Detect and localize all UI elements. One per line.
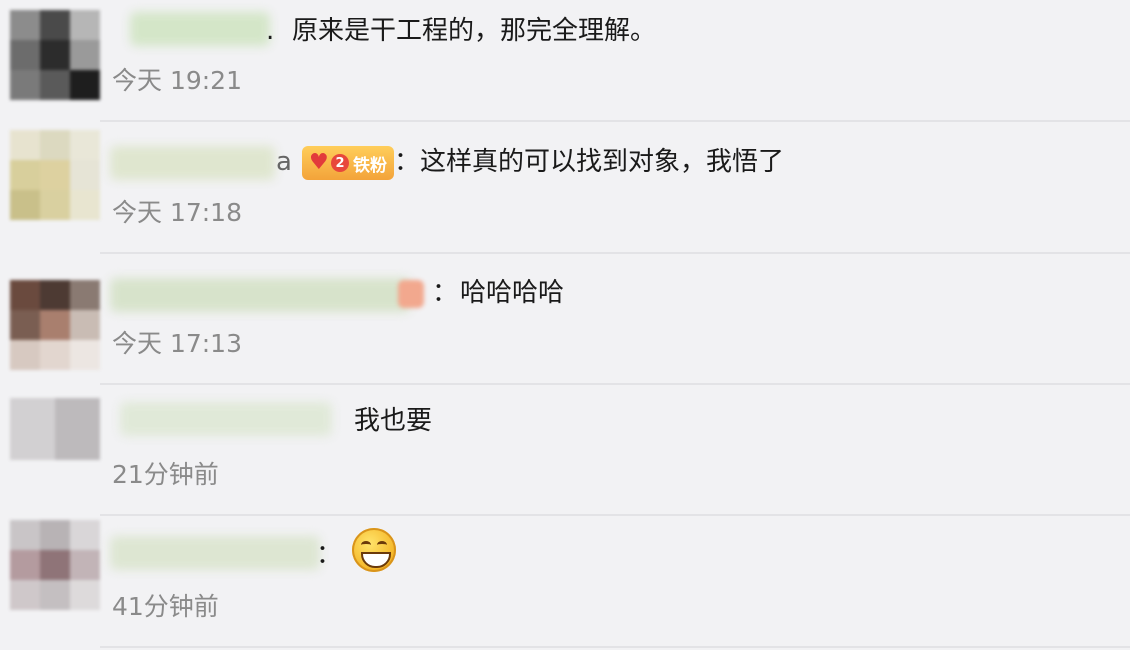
avatar[interactable] [10,130,100,220]
avatar[interactable] [10,398,100,460]
comment-time: 今天 17:13 [112,329,242,358]
comment-prefix: a [276,147,292,177]
divider [100,514,1130,516]
comment-item[interactable]: ： 41分钟前 [0,0,1130,621]
username-blurred[interactable] [110,146,275,180]
divider [100,646,1130,648]
comment-time: 41分钟前 [112,592,219,621]
divider [100,252,1130,254]
username-blurred[interactable] [110,536,320,570]
comment-separator: ： [432,278,459,308]
divider [100,383,1130,385]
comment-time: 今天 17:18 [112,198,242,227]
grinning-face-emoji [352,528,396,572]
username-blurred[interactable] [120,402,332,436]
badge-label: 铁粉 [353,155,387,176]
comment-text: 哈哈哈哈 [460,278,565,308]
avatar[interactable] [10,520,100,610]
badge-level: 2 [331,154,349,172]
comment-separator: ： [394,147,421,177]
username-blurred[interactable] [110,278,410,312]
heart-icon: ♥ [309,150,329,175]
fan-badge: ♥ 2 铁粉 [302,146,394,180]
comment-text: 这样真的可以找到对象，我悟了 [420,147,785,177]
avatar[interactable] [10,280,100,370]
comment-text: 我也要 [354,406,433,436]
comment-separator: ： [316,540,343,570]
username-blurred [398,280,424,308]
comment-time: 21分钟前 [112,460,219,489]
